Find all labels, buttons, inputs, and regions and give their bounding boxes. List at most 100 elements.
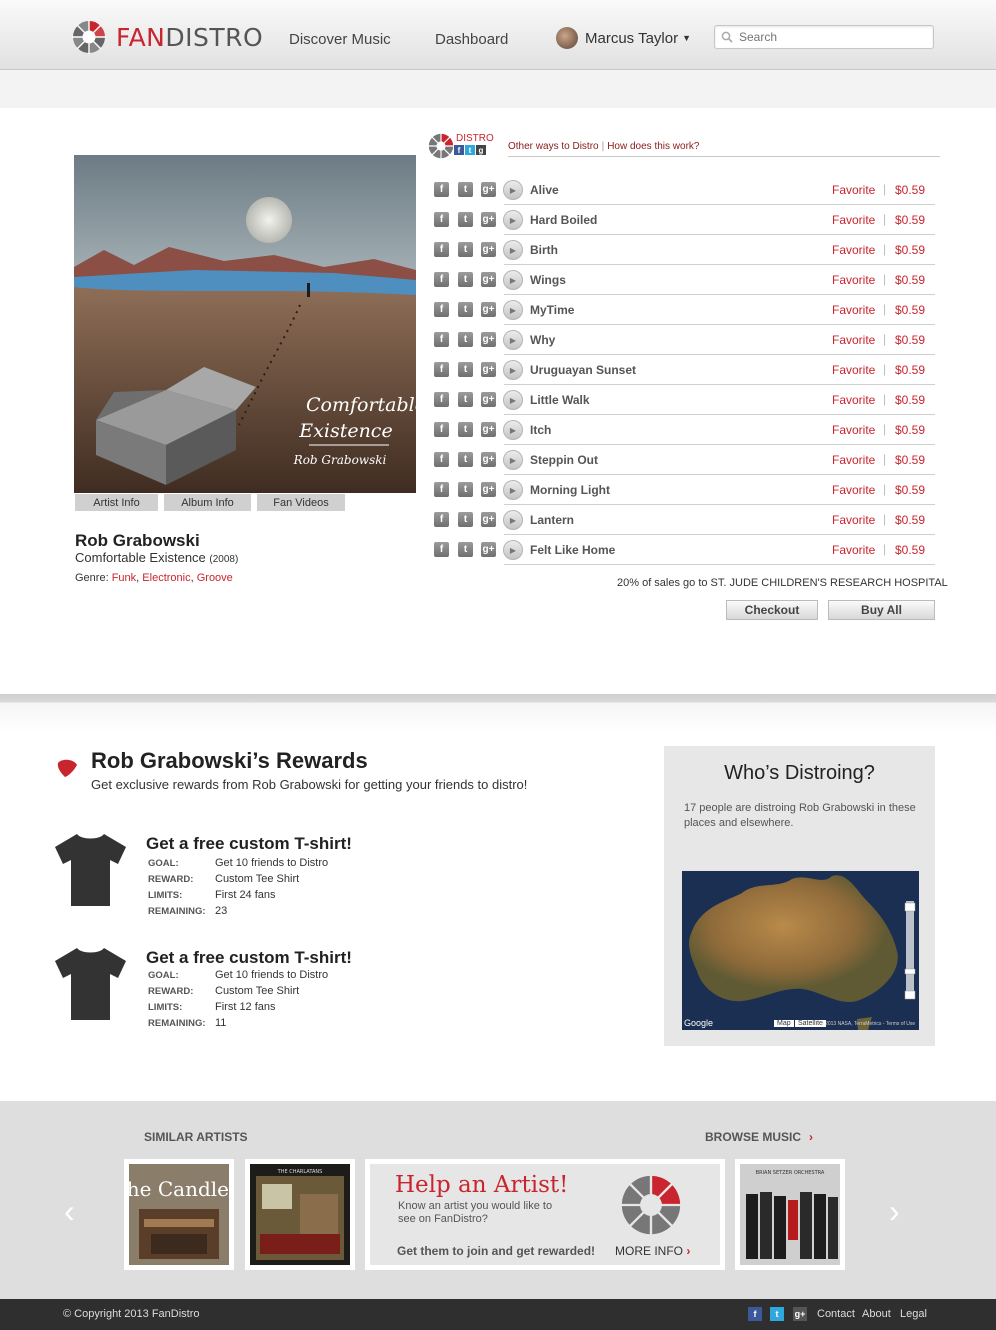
facebook-share-icon[interactable]: f	[434, 212, 449, 227]
twitter-icon[interactable]: t	[770, 1307, 784, 1321]
twitter-share-icon[interactable]: t	[458, 482, 473, 497]
track-price[interactable]: $0.59	[895, 273, 925, 287]
footer-link-legal[interactable]: Legal	[900, 1308, 927, 1320]
track-price[interactable]: $0.59	[895, 243, 925, 257]
facebook-share-icon[interactable]: f	[434, 542, 449, 557]
track-price[interactable]: $0.59	[895, 213, 925, 227]
tab-album-info[interactable]: Album Info	[164, 494, 251, 511]
play-icon[interactable]: ▶	[503, 300, 523, 320]
facebook-share-icon[interactable]: f	[434, 332, 449, 347]
track-title[interactable]: Steppin Out	[530, 453, 598, 467]
facebook-share-icon[interactable]: f	[434, 422, 449, 437]
favorite-link[interactable]: Favorite	[832, 363, 875, 377]
google-plus-share-icon[interactable]: g+	[481, 332, 496, 347]
other-ways-link[interactable]: Other ways to Distro	[508, 141, 599, 152]
twitter-share-icon[interactable]: t	[458, 302, 473, 317]
facebook-share-icon[interactable]: f	[434, 302, 449, 317]
favorite-link[interactable]: Favorite	[832, 483, 875, 497]
more-info-link[interactable]: MORE INFO ›	[615, 1244, 690, 1258]
track-title[interactable]: Uruguayan Sunset	[530, 363, 636, 377]
genre-funk[interactable]: Funk	[112, 572, 136, 584]
tab-fan-videos[interactable]: Fan Videos	[257, 494, 345, 511]
play-icon[interactable]: ▶	[503, 420, 523, 440]
map-tab[interactable]: Map	[774, 1020, 794, 1027]
buy-all-button[interactable]: Buy All	[828, 600, 935, 620]
footer-link-contact[interactable]: Contact	[817, 1308, 855, 1320]
facebook-share-icon[interactable]: f	[434, 182, 449, 197]
google-plus-share-icon[interactable]: g+	[481, 452, 496, 467]
facebook-icon[interactable]: f	[748, 1307, 762, 1321]
track-title[interactable]: Alive	[530, 183, 559, 197]
favorite-link[interactable]: Favorite	[832, 513, 875, 527]
google-plus-share-icon[interactable]: g+	[481, 302, 496, 317]
google-plus-share-icon[interactable]: g+	[481, 362, 496, 377]
similar-artist-card[interactable]: BRIAN SETZER ORCHESTRA	[735, 1159, 845, 1270]
twitter-share-icon[interactable]: t	[458, 212, 473, 227]
favorite-link[interactable]: Favorite	[832, 393, 875, 407]
search-box[interactable]	[714, 25, 934, 49]
track-price[interactable]: $0.59	[895, 543, 925, 557]
play-icon[interactable]: ▶	[503, 210, 523, 230]
google-plus-share-icon[interactable]: g+	[481, 422, 496, 437]
track-price[interactable]: $0.59	[895, 333, 925, 347]
track-title[interactable]: Hard Boiled	[530, 213, 597, 227]
similar-artist-card[interactable]: THE CHARLATANS	[245, 1159, 355, 1270]
play-icon[interactable]: ▶	[503, 330, 523, 350]
favorite-link[interactable]: Favorite	[832, 243, 875, 257]
browse-music-link[interactable]: BROWSE MUSIC ›	[705, 1130, 813, 1144]
favorite-link[interactable]: Favorite	[832, 183, 875, 197]
twitter-share-icon[interactable]: t	[458, 182, 473, 197]
play-icon[interactable]: ▶	[503, 510, 523, 530]
facebook-share-icon[interactable]: f	[434, 512, 449, 527]
facebook-share-icon[interactable]: f	[434, 362, 449, 377]
facebook-share-icon[interactable]: f	[434, 482, 449, 497]
google-plus-share-icon[interactable]: g+	[481, 212, 496, 227]
play-icon[interactable]: ▶	[503, 390, 523, 410]
twitter-share-icon[interactable]: t	[458, 512, 473, 527]
play-icon[interactable]: ▶	[503, 270, 523, 290]
favorite-link[interactable]: Favorite	[832, 273, 875, 287]
google-plus-share-icon[interactable]: g+	[481, 392, 496, 407]
twitter-share-icon[interactable]: t	[458, 362, 473, 377]
track-price[interactable]: $0.59	[895, 363, 925, 377]
track-price[interactable]: $0.59	[895, 393, 925, 407]
twitter-share-icon[interactable]: t	[458, 452, 473, 467]
footer-link-about[interactable]: About	[862, 1308, 891, 1320]
fandistro-logo[interactable]: FANDISTRO	[72, 20, 263, 54]
play-icon[interactable]: ▶	[503, 240, 523, 260]
user-menu[interactable]: Marcus Taylor ▼	[556, 27, 691, 49]
track-title[interactable]: Lantern	[530, 513, 574, 527]
checkout-button[interactable]: Checkout	[726, 600, 818, 620]
track-title[interactable]: MyTime	[530, 303, 574, 317]
facebook-share-icon[interactable]: f	[434, 272, 449, 287]
google-plus-icon[interactable]: g	[476, 145, 486, 155]
twitter-share-icon[interactable]: t	[458, 422, 473, 437]
help-an-artist-card[interactable]: Help an Artist! Know an artist you would…	[365, 1159, 725, 1270]
favorite-link[interactable]: Favorite	[832, 453, 875, 467]
facebook-icon[interactable]: f	[454, 145, 464, 155]
play-icon[interactable]: ▶	[503, 360, 523, 380]
play-icon[interactable]: ▶	[503, 540, 523, 560]
play-icon[interactable]: ▶	[503, 480, 523, 500]
track-title[interactable]: Felt Like Home	[530, 543, 615, 557]
favorite-link[interactable]: Favorite	[832, 213, 875, 227]
nav-discover-music[interactable]: Discover Music	[289, 31, 391, 48]
track-price[interactable]: $0.59	[895, 453, 925, 467]
google-plus-share-icon[interactable]: g+	[481, 542, 496, 557]
track-title[interactable]: Itch	[530, 423, 551, 437]
favorite-link[interactable]: Favorite	[832, 423, 875, 437]
tab-artist-info[interactable]: Artist Info	[75, 494, 158, 511]
play-icon[interactable]: ▶	[503, 450, 523, 470]
map[interactable]: Google Map Satellite © 2013 NASA, TerraM…	[682, 871, 919, 1030]
track-title[interactable]: Birth	[530, 243, 558, 257]
favorite-link[interactable]: Favorite	[832, 543, 875, 557]
track-price[interactable]: $0.59	[895, 183, 925, 197]
search-input[interactable]	[739, 30, 919, 44]
play-icon[interactable]: ▶	[503, 180, 523, 200]
twitter-share-icon[interactable]: t	[458, 332, 473, 347]
nav-dashboard[interactable]: Dashboard	[435, 31, 508, 48]
google-plus-share-icon[interactable]: g+	[481, 272, 496, 287]
carousel-next-icon[interactable]: ›	[889, 1193, 900, 1230]
carousel-prev-icon[interactable]: ‹	[64, 1193, 75, 1230]
genre-groove[interactable]: Groove	[197, 572, 233, 584]
